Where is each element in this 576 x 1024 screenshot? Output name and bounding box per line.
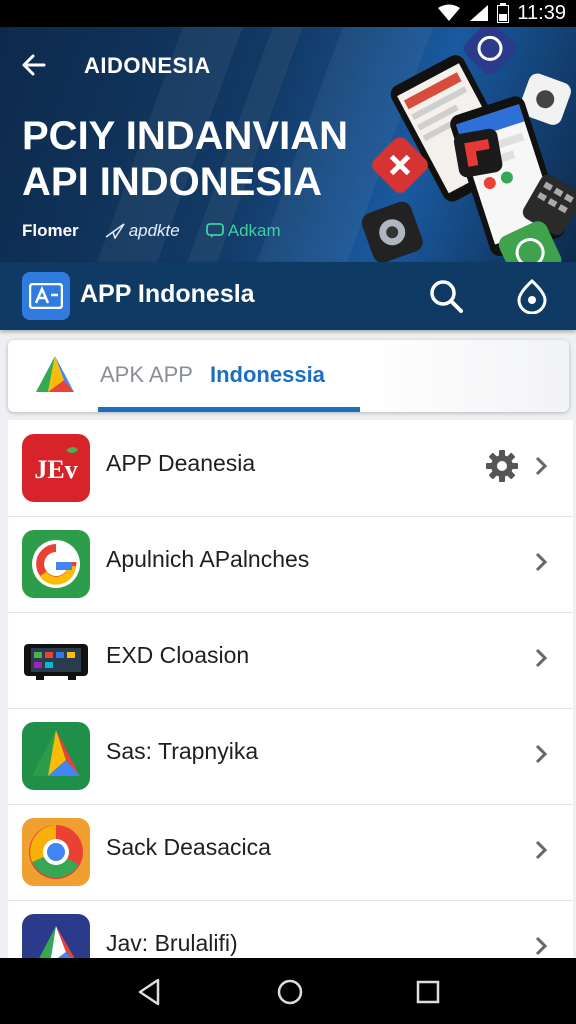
hero-title: PCIY INDANVIAN API INDONESIA	[22, 114, 348, 204]
list-item-label: Sas: Trapnyika	[106, 738, 259, 764]
hero-link-flomer[interactable]: Flomer	[22, 221, 79, 241]
app-logo-icon	[22, 272, 70, 320]
tab-apk-app[interactable]: APK APP	[100, 362, 193, 388]
home-nav-icon[interactable]	[274, 976, 306, 1008]
list-item[interactable]: Sack Deasacica	[8, 804, 573, 901]
brand-name: AIDONESIA	[84, 53, 211, 78]
chevron-right-icon	[535, 936, 548, 956]
list-item-label: EXD Cloasion	[106, 642, 250, 668]
signal-icon	[470, 5, 489, 21]
back-arrow-icon[interactable]	[20, 51, 48, 79]
chevron-right-icon	[535, 744, 548, 764]
chevron-right-icon	[535, 552, 548, 572]
list-item-label: Apulnich APalnches	[106, 546, 310, 572]
app-bar-title: APP Indonesla	[80, 280, 255, 308]
hero-link-apdkte[interactable]: apdkte	[105, 221, 180, 241]
hero-banner: AIDONESIA PCIY INDANVIAN API INDONESIA F…	[0, 27, 576, 262]
chevron-right-icon	[535, 648, 548, 668]
location-pin-icon[interactable]	[514, 278, 550, 314]
tablet-device-icon	[22, 626, 90, 694]
app-collage-illustration	[361, 27, 576, 262]
hero-links: Flomer apdkte Adkam	[22, 221, 281, 241]
chat-icon	[205, 223, 224, 238]
chevron-right-icon	[535, 840, 548, 860]
search-icon[interactable]	[428, 278, 464, 314]
wifi-icon	[438, 4, 461, 21]
jev-app-icon: JEv	[22, 434, 90, 502]
status-time: 11:39	[517, 1, 566, 24]
chevron-right-icon	[535, 456, 548, 476]
navigation-bar	[0, 958, 576, 1024]
hero-link-adkam[interactable]: Adkam	[205, 221, 281, 241]
list-item[interactable]: Jav: Brulalifi)	[8, 900, 573, 960]
settings-gear-icon[interactable]	[484, 448, 520, 484]
list-item[interactable]: Sas: Trapnyika	[8, 708, 573, 805]
battery-icon	[497, 3, 510, 23]
list-item[interactable]: EXD Cloasion	[8, 612, 573, 709]
plane-icon	[105, 223, 125, 239]
status-bar: 11:39	[0, 0, 576, 27]
active-tab-indicator	[98, 407, 360, 412]
list-item[interactable]: Apulnich APalnches	[8, 516, 573, 613]
google-g-icon	[22, 530, 90, 598]
tab-bar: APK APP Indonessia	[8, 340, 569, 412]
drive-triangle-icon	[22, 722, 90, 790]
tab-indonesia[interactable]: Indonessia	[210, 362, 325, 388]
recents-nav-icon[interactable]	[412, 976, 444, 1008]
play-triangle-logo-icon	[36, 356, 74, 392]
app-list: JEv APP Deanesia Apulnich APalnches EXD …	[8, 420, 573, 960]
drive-dark-icon	[22, 914, 90, 960]
list-item-label: Jav: Brulalifi)	[106, 930, 238, 956]
list-item[interactable]: JEv APP Deanesia	[8, 420, 573, 517]
chrome-icon	[22, 818, 90, 886]
list-item-label: Sack Deasacica	[106, 834, 271, 860]
list-item-label: APP Deanesia	[106, 450, 256, 476]
back-nav-icon[interactable]	[134, 976, 166, 1008]
app-bar: APP Indonesla	[0, 262, 576, 330]
svg-text:JEv: JEv	[34, 455, 77, 484]
